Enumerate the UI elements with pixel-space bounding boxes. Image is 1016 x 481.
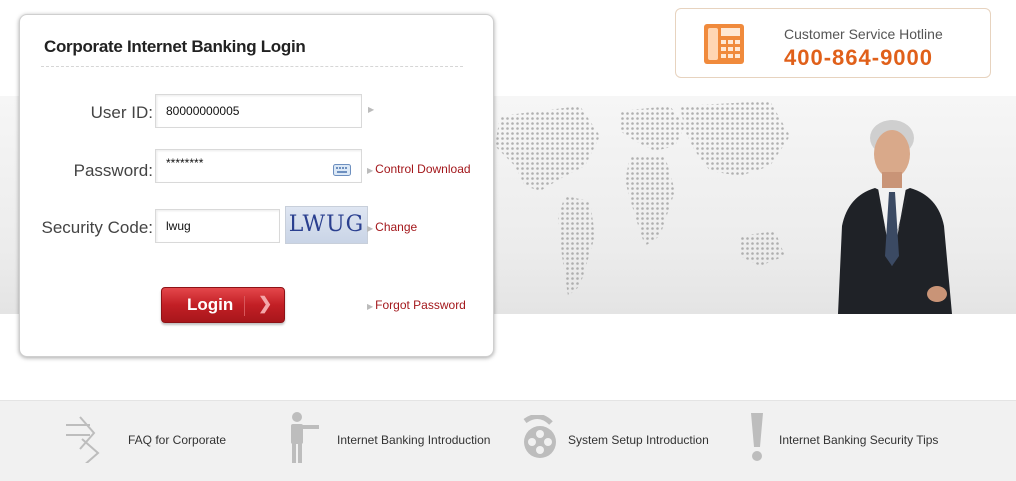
change-captcha-link[interactable]: ▶ Change [367, 220, 417, 234]
password-input[interactable]: ******** [155, 149, 362, 183]
login-title: Corporate Internet Banking Login [44, 37, 306, 56]
phone-icon [704, 24, 744, 64]
control-download-arrow-icon: ▶ [367, 166, 374, 175]
person-pointing-icon[interactable] [288, 411, 320, 465]
user-id-input[interactable]: 80000000005 [155, 94, 362, 128]
login-button-separator [244, 296, 245, 316]
bottom-link-faq[interactable]: FAQ for Corporate [128, 433, 226, 447]
login-button-label: Login [187, 295, 234, 314]
bottom-links-bar: FAQ for Corporate Internet Banking Intro… [0, 400, 1016, 481]
bottom-link-setup[interactable]: System Setup Introduction [568, 433, 709, 447]
change-label: Change [375, 220, 418, 234]
password-value: ******** [166, 156, 204, 170]
hotline-title: Customer Service Hotline [784, 26, 943, 42]
title-divider [41, 66, 463, 67]
captcha-image[interactable]: LWUG [285, 206, 368, 244]
security-code-input[interactable]: lwug [155, 209, 280, 243]
change-arrow-icon: ▶ [367, 224, 374, 233]
user-id-label: User ID: [90, 103, 153, 122]
forgot-password-label: Forgot Password [375, 298, 466, 312]
login-button[interactable]: Login ❯ [161, 287, 285, 323]
hotline-number: 400-864-9000 [784, 45, 934, 70]
forgot-password-arrow-icon: ▶ [367, 302, 374, 311]
businessman-image [838, 120, 952, 314]
security-code-label: Security Code: [41, 218, 154, 237]
control-download-link[interactable]: ▶ Control Download [367, 162, 471, 176]
customer-service-hotline: Customer Service Hotline 400-864-9000 [675, 8, 991, 78]
user-id-arrow-icon: ▶ [368, 105, 375, 114]
double-arrow-icon[interactable] [66, 415, 104, 463]
control-download-label: Control Download [375, 162, 471, 176]
world-map-image [495, 101, 790, 296]
film-reel-icon[interactable] [519, 415, 559, 461]
keyboard-icon[interactable] [333, 164, 351, 176]
login-panel: Corporate Internet Banking Login User ID… [19, 14, 494, 357]
bottom-link-intro[interactable]: Internet Banking Introduction [337, 433, 490, 447]
chevron-right-icon: ❯ [258, 294, 273, 313]
forgot-password-link[interactable]: ▶ Forgot Password [367, 298, 466, 312]
password-label: Password: [73, 161, 153, 180]
bottom-link-security[interactable]: Internet Banking Security Tips [779, 433, 938, 447]
exclamation-icon[interactable] [749, 413, 765, 463]
